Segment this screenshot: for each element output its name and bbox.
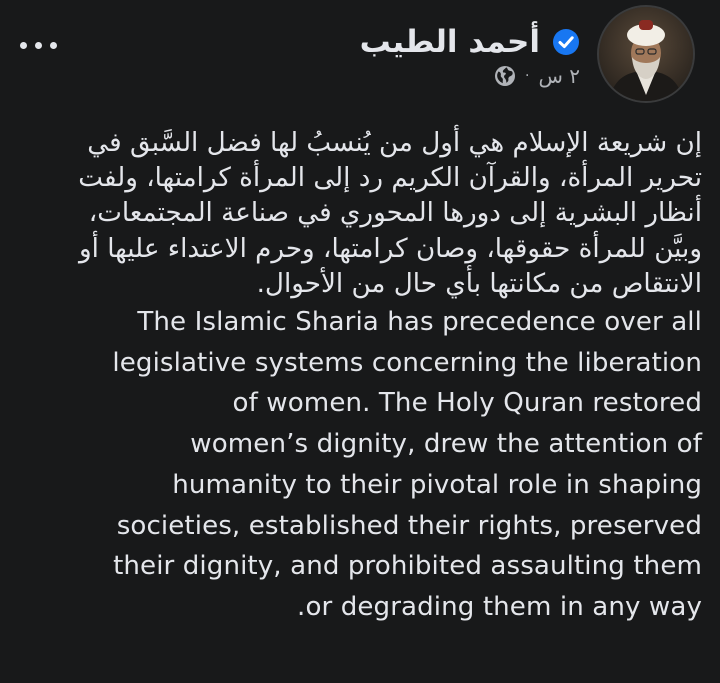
english-line: The Islamic Sharia has precedence over a… bbox=[137, 307, 702, 338]
post-text-english: The Islamic Sharia has precedence over a… bbox=[20, 302, 702, 628]
english-line: of women. The Holy Quran restored bbox=[232, 388, 702, 419]
english-line: women’s dignity, drew the attention of bbox=[190, 429, 702, 460]
author-name[interactable]: أحمد الطيب bbox=[360, 18, 540, 66]
more-options-icon-dot bbox=[49, 41, 57, 49]
meta-separator: · bbox=[525, 68, 530, 84]
english-line: legislative systems concerning the liber… bbox=[112, 347, 702, 378]
profile-photo bbox=[599, 7, 693, 101]
arabic-line: أنظار البشرية إلى دورها المحوري في صناعة… bbox=[88, 198, 702, 229]
english-line: humanity to their pivotal role in shapin… bbox=[172, 469, 702, 500]
globe-icon[interactable] bbox=[494, 65, 516, 87]
post-timestamp[interactable]: ٢ س bbox=[538, 64, 580, 88]
post-meta: ٢ س · bbox=[494, 60, 580, 92]
arabic-line: تحرير المرأة، والقرآن الكريم رد إلى المر… bbox=[78, 163, 702, 194]
english-line: or degrading them in any way. bbox=[297, 591, 702, 622]
english-line: their dignity, and prohibited assaulting… bbox=[113, 551, 702, 582]
arabic-line: إن شريعة الإسلام هي أول من يُنسبُ لها فض… bbox=[87, 128, 702, 158]
more-options-button[interactable] bbox=[14, 30, 62, 60]
verified-badge-icon bbox=[552, 28, 580, 56]
more-options-icon-dot bbox=[34, 41, 42, 49]
post-text-arabic: إن شريعة الإسلام هي أول من يُنسبُ لها فض… bbox=[20, 126, 702, 302]
more-options-icon bbox=[19, 41, 27, 49]
arabic-line: الانتقاص من مكانتها بأي حال من الأحوال. bbox=[256, 268, 702, 299]
avatar[interactable] bbox=[597, 5, 695, 103]
author-row: أحمد الطيب bbox=[360, 18, 580, 66]
post-body: إن شريعة الإسلام هي أول من يُنسبُ لها فض… bbox=[20, 126, 702, 628]
arabic-line: وبيَّن للمرأة حقوقها، وصان كرامتها، وحرم… bbox=[78, 233, 702, 264]
post-header: أحمد الطيب ٢ س · bbox=[0, 0, 720, 120]
english-line: societies, established their rights, pre… bbox=[116, 510, 702, 541]
